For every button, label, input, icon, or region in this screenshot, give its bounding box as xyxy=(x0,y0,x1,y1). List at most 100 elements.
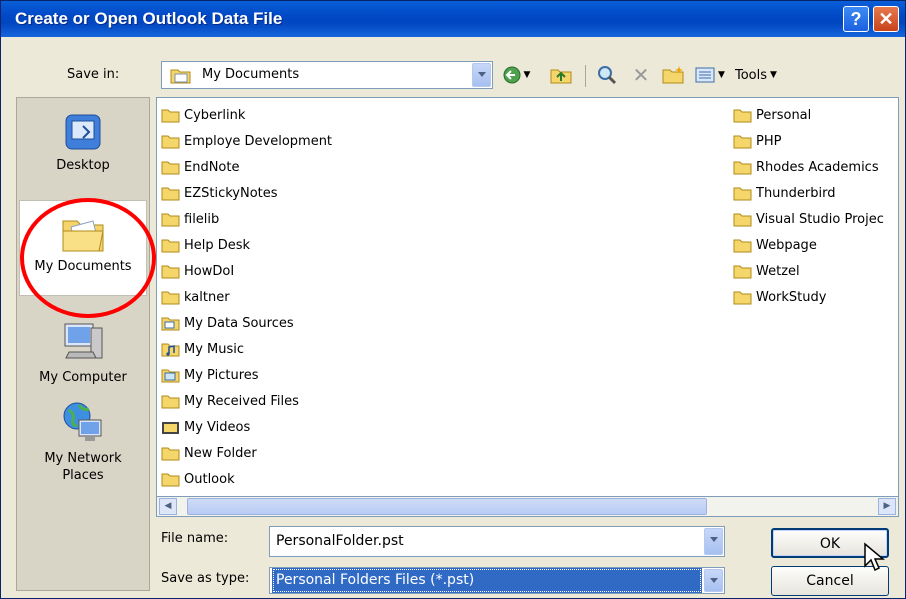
folder-icon xyxy=(733,291,752,304)
folder-icon xyxy=(161,109,180,122)
list-item[interactable]: WorkStudy xyxy=(733,285,826,309)
search-web-icon[interactable] xyxy=(593,63,621,87)
list-item[interactable]: Cyberlink xyxy=(161,103,245,127)
my-documents-icon xyxy=(62,220,104,252)
new-folder-icon[interactable] xyxy=(659,63,687,87)
item-label: Visual Studio Projec xyxy=(756,211,884,227)
item-label: My Pictures xyxy=(184,367,259,383)
chevron-down-icon[interactable] xyxy=(704,569,723,592)
file-list[interactable]: Cyberlink Employe Development EndNote EZ… xyxy=(156,97,899,517)
folder-icon xyxy=(733,187,752,200)
save-as-type-label: Save as type: xyxy=(161,571,250,586)
close-button[interactable]: ✕ xyxy=(873,6,899,32)
item-label: EndNote xyxy=(184,159,240,175)
list-item[interactable]: My Received Files xyxy=(161,389,299,413)
list-item[interactable]: EndNote xyxy=(161,155,239,179)
horizontal-scrollbar[interactable]: ◀ ▶ xyxy=(156,496,899,517)
item-label: kaltner xyxy=(184,289,230,305)
scroll-left-icon[interactable]: ◀ xyxy=(159,498,177,515)
tools-menu[interactable]: Tools ▼ xyxy=(735,63,805,87)
folder-icon xyxy=(161,473,180,486)
dialog-window: Create or Open Outlook Data File ? ✕ Sav… xyxy=(0,0,906,599)
item-label: HowDoI xyxy=(184,263,235,279)
folder-icon xyxy=(161,239,180,252)
mouse-cursor-icon xyxy=(864,542,885,572)
item-label: My Music xyxy=(184,341,245,357)
up-one-level-icon[interactable] xyxy=(547,63,575,87)
place-label: My Documents xyxy=(34,259,132,274)
list-item[interactable]: EZStickyNotes xyxy=(161,181,278,205)
desktop-icon xyxy=(65,114,101,150)
list-item[interactable]: Outlook xyxy=(161,467,235,491)
folder-icon xyxy=(733,135,752,148)
list-item[interactable]: HowDoI xyxy=(161,259,234,283)
list-item[interactable]: Employe Development xyxy=(161,129,332,153)
folder-icon xyxy=(161,395,180,408)
place-label: My Computer xyxy=(39,370,127,385)
list-item[interactable]: PHP xyxy=(733,129,781,153)
file-name-value: PersonalFolder.pst xyxy=(276,533,404,549)
pictures-folder-icon xyxy=(161,369,180,382)
place-desktop[interactable]: Desktop xyxy=(19,112,147,173)
folder-icon xyxy=(161,187,180,200)
item-label: PHP xyxy=(756,133,782,149)
item-label: filelib xyxy=(184,211,220,227)
delete-icon[interactable]: ✕ xyxy=(627,63,655,87)
folder-icon xyxy=(161,161,180,174)
list-item[interactable]: My Videos xyxy=(161,415,250,439)
list-item[interactable]: Personal xyxy=(733,103,811,127)
scroll-right-icon[interactable]: ▶ xyxy=(878,498,896,515)
item-label: Personal xyxy=(756,107,812,123)
chevron-down-icon[interactable] xyxy=(472,63,491,87)
item-label: EZStickyNotes xyxy=(184,185,278,201)
list-item[interactable]: My Pictures xyxy=(161,363,259,387)
help-button[interactable]: ? xyxy=(843,6,869,32)
folder-icon xyxy=(161,291,180,304)
place-my-network-places[interactable]: My Network Places xyxy=(19,400,147,484)
folder-icon xyxy=(161,447,180,460)
list-item[interactable]: filelib xyxy=(161,207,219,231)
list-item[interactable]: Help Desk xyxy=(161,233,250,257)
list-item[interactable]: Webpage xyxy=(733,233,817,257)
list-item[interactable]: New Folder xyxy=(161,441,257,465)
file-name-label: File name: xyxy=(161,531,229,546)
item-label: Webpage xyxy=(756,237,817,253)
file-name-input[interactable]: PersonalFolder.pst xyxy=(269,526,725,557)
item-label: My Videos xyxy=(184,419,251,435)
folder-icon xyxy=(733,109,752,122)
my-computer-icon xyxy=(64,323,103,359)
toolbar-divider xyxy=(585,65,586,87)
list-item[interactable]: My Music xyxy=(161,337,244,361)
scroll-thumb[interactable] xyxy=(187,498,707,515)
list-item[interactable]: kaltner xyxy=(161,285,230,309)
ok-button-label: OK xyxy=(819,536,841,552)
item-label: Rhodes Academics xyxy=(756,159,879,175)
place-my-computer[interactable]: My Computer xyxy=(19,320,147,385)
item-label: My Data Sources xyxy=(184,315,294,331)
item-label: Cyberlink xyxy=(184,107,246,123)
list-item[interactable]: Rhodes Academics xyxy=(733,155,879,179)
item-label: Help Desk xyxy=(184,237,251,253)
folder-icon xyxy=(733,161,752,174)
cancel-button-label: Cancel xyxy=(806,573,854,589)
list-item[interactable]: Visual Studio Projec xyxy=(733,207,884,231)
chevron-down-icon[interactable] xyxy=(704,528,723,555)
place-my-documents[interactable]: My Documents xyxy=(19,200,147,296)
place-label: My Network Places xyxy=(44,451,122,483)
views-icon[interactable]: ▼ xyxy=(693,63,727,87)
item-label: Employe Development xyxy=(184,133,333,149)
list-item[interactable]: Thunderbird xyxy=(733,181,836,205)
music-folder-icon xyxy=(161,343,180,356)
item-label: New Folder xyxy=(184,445,257,461)
list-item[interactable]: Wetzel xyxy=(733,259,800,283)
title-bar[interactable]: Create or Open Outlook Data File ? ✕ xyxy=(1,1,905,37)
item-label: WorkStudy xyxy=(756,289,827,305)
item-label: My Received Files xyxy=(184,393,299,409)
save-in-dropdown[interactable]: My Documents xyxy=(161,61,493,89)
back-icon[interactable]: ▼ xyxy=(501,63,531,87)
save-as-type-dropdown[interactable]: Personal Folders Files (*.pst) xyxy=(269,567,725,594)
list-item[interactable]: My Data Sources xyxy=(161,311,294,335)
folder-icon xyxy=(161,135,180,148)
folder-icon xyxy=(733,213,752,226)
save-in-label: Save in: xyxy=(67,67,120,82)
